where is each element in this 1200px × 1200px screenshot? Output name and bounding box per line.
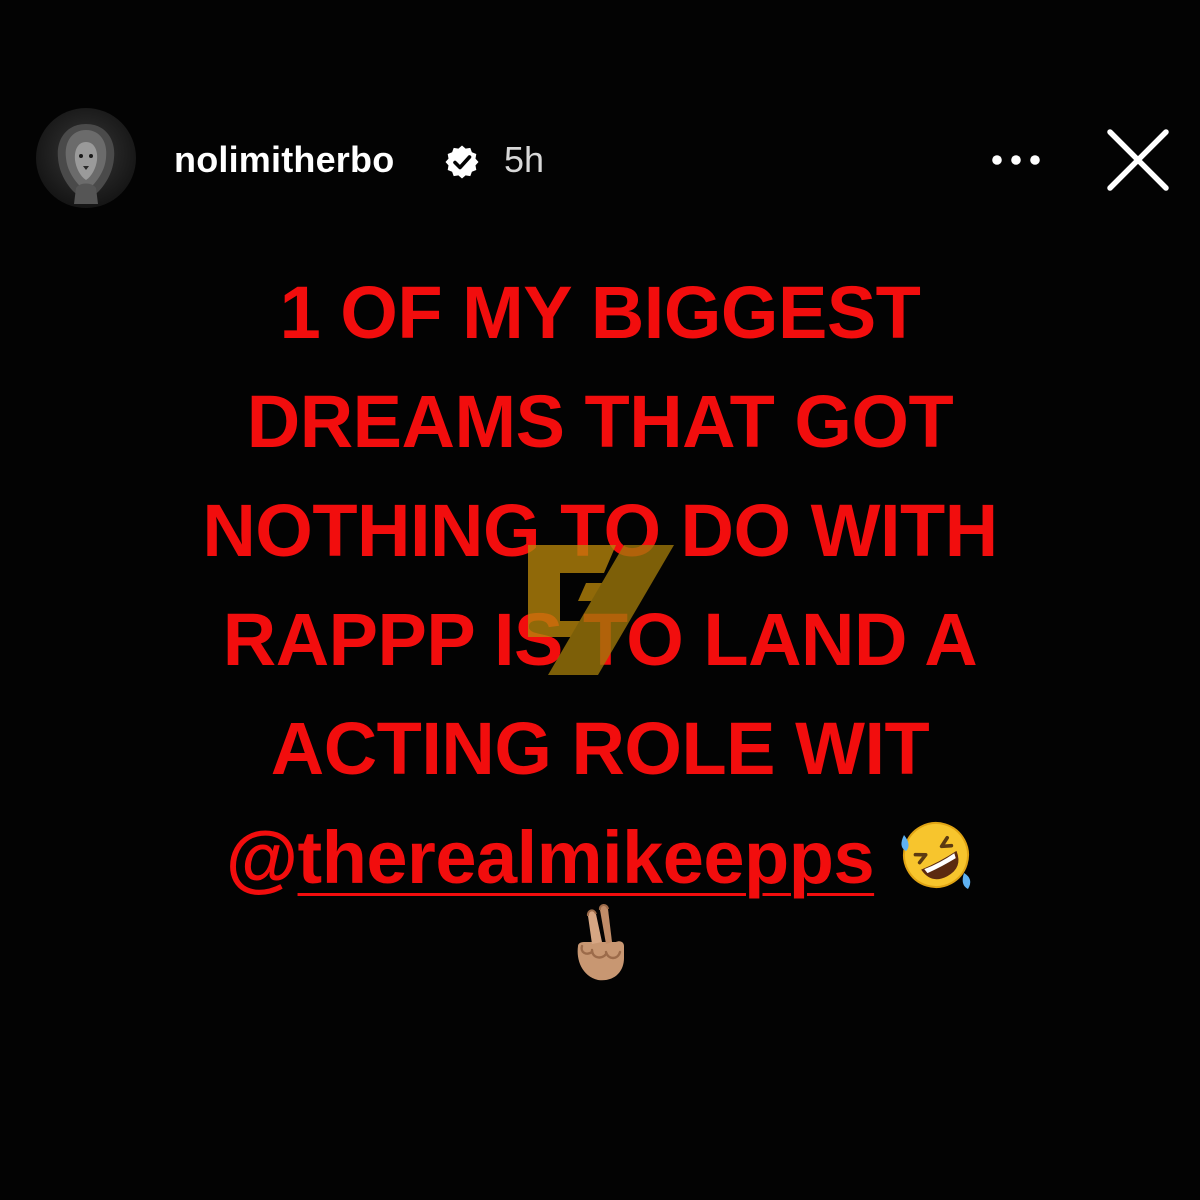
avatar[interactable]	[36, 108, 136, 208]
story-text-line: DREAMS THAT GOT	[246, 380, 954, 463]
close-button[interactable]	[1102, 124, 1174, 196]
username[interactable]: nolimitherbo	[174, 138, 394, 182]
verified-badge-icon	[445, 145, 479, 179]
story-view[interactable]: nolimitherbo 5h 1 OF MY BIGGEST DREAMS T…	[0, 0, 1200, 1200]
story-text-line: 1 OF MY BIGGEST	[279, 271, 921, 354]
mention-link[interactable]: therealmikeepps	[298, 816, 875, 899]
story-text-line: ACTING ROLE WIT	[270, 707, 930, 790]
more-options-button[interactable]	[986, 138, 1046, 182]
mention-at-sign: @	[225, 816, 298, 899]
more-options-icon	[992, 155, 1040, 165]
watermark-logo	[528, 545, 674, 675]
story-timestamp: 5h	[504, 139, 545, 180]
close-icon	[1107, 129, 1169, 191]
crossed-fingers-icon	[577, 904, 624, 981]
story-header: nolimitherbo 5h	[36, 108, 1176, 212]
mention-line: @therealmikeepps	[0, 803, 1200, 912]
lion-avatar-image	[57, 124, 115, 204]
rolling-on-floor-laughing-icon	[901, 822, 971, 889]
